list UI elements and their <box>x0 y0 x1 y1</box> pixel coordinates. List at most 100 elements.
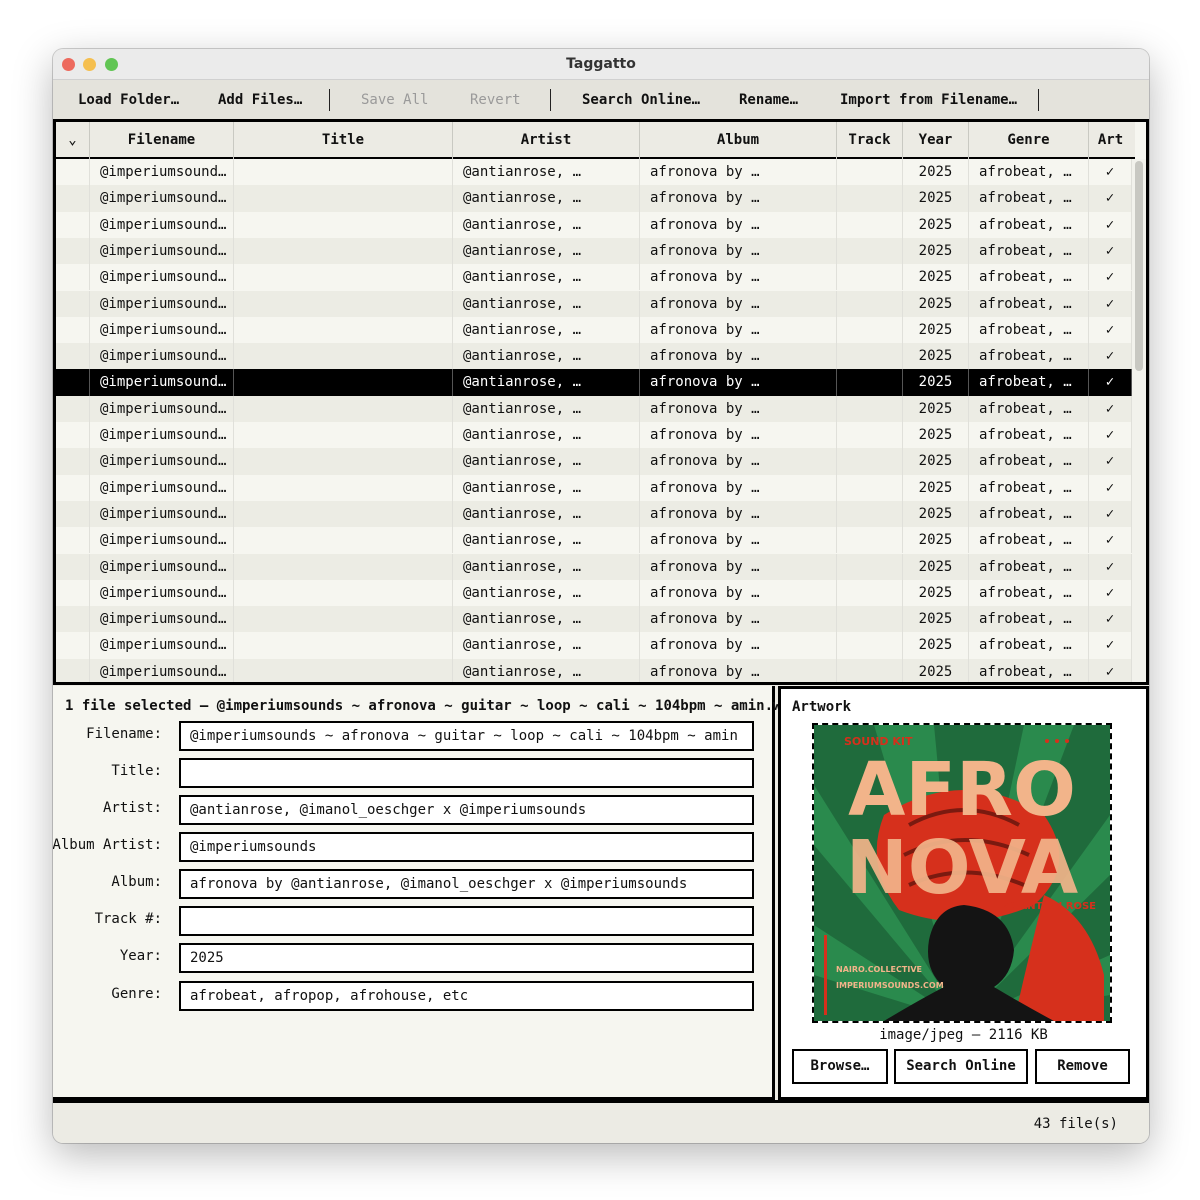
cell-filename: @imperiumsound… <box>90 395 234 422</box>
table-row[interactable]: @imperiumsound… @antianrose, … afronova by… <box>56 237 1132 265</box>
cell-filename: @imperiumsound… <box>90 474 234 501</box>
title-field[interactable] <box>179 758 754 788</box>
cell-artist: @antianrose, … <box>453 579 640 607</box>
cell-filename: @imperiumsound… <box>90 159 234 186</box>
column-header-filename[interactable]: Filename <box>90 122 234 159</box>
cell-genre: afrobeat, … <box>969 316 1089 344</box>
table-row[interactable]: @imperiumsound… @antianrose, … afronova by… <box>56 632 1132 659</box>
genre-label: Genre: <box>111 986 162 1002</box>
column-header-year[interactable]: Year <box>903 122 969 159</box>
column-header-album[interactable]: Album <box>640 122 837 159</box>
cell-year: 2025 <box>903 395 969 422</box>
remove-artwork-button[interactable]: Remove <box>1035 1049 1130 1084</box>
table-row[interactable]: @imperiumsound… @antianrose, … afronova by… <box>56 159 1132 186</box>
search-artwork-online-button[interactable]: Search Online <box>894 1049 1028 1084</box>
search-online-button[interactable]: Search Online… <box>582 80 700 120</box>
column-header-artist[interactable]: Artist <box>453 122 640 159</box>
cell-art: ✓ <box>1089 290 1132 317</box>
album-field[interactable]: afronova by @antianrose, @imanol_oeschge… <box>179 869 754 899</box>
table-row[interactable]: @imperiumsound… @antianrose, … afronova by… <box>56 553 1132 580</box>
table-row[interactable]: @imperiumsound… @antianrose, … afronova by… <box>56 211 1132 238</box>
cell-album: afronova by … <box>640 474 837 501</box>
table-row[interactable]: @imperiumsound… @antianrose, … afronova by… <box>56 422 1132 449</box>
cell-gutter <box>56 632 90 659</box>
cell-album: afronova by … <box>640 290 837 317</box>
cell-artist: @antianrose, … <box>453 553 640 580</box>
save-all-button[interactable]: Save All <box>361 80 428 120</box>
cell-track <box>837 211 903 238</box>
album-artist-field[interactable]: @imperiumsounds <box>179 832 754 862</box>
column-header-track[interactable]: Track <box>837 122 903 159</box>
genre-field[interactable]: afrobeat, afropop, afrohouse, etc <box>179 981 754 1011</box>
cell-art: ✓ <box>1089 606 1132 633</box>
cover-byline: BY. ANTIAN ROSE <box>1000 901 1097 912</box>
table-row[interactable]: @imperiumsound… @antianrose, … afronova by… <box>56 500 1132 528</box>
cell-year: 2025 <box>903 527 969 554</box>
table-row[interactable]: @imperiumsound… @antianrose, … afronova by… <box>56 606 1132 633</box>
cell-gutter <box>56 237 90 265</box>
cell-art: ✓ <box>1089 579 1132 607</box>
window-title: Taggatto <box>566 56 636 72</box>
cell-artist: @antianrose, … <box>453 606 640 633</box>
table-row[interactable]: @imperiumsound… @antianrose, … afronova by… <box>56 290 1132 317</box>
cell-title <box>234 658 453 682</box>
cell-gutter <box>56 211 90 238</box>
title-bar: Taggatto <box>53 49 1149 80</box>
track-field[interactable] <box>179 906 754 936</box>
table-row[interactable]: @imperiumsound… @antianrose, … afronova by… <box>56 579 1132 607</box>
file-table: ⌄ Filename Title Artist Album Track Year… <box>53 119 1149 685</box>
load-folder-button[interactable]: Load Folder… <box>78 80 179 120</box>
cell-art: ✓ <box>1089 474 1132 501</box>
cell-title <box>234 474 453 501</box>
table-row[interactable]: @imperiumsound… @antianrose, … afronova by… <box>56 369 1132 396</box>
rename-button[interactable]: Rename… <box>739 80 798 120</box>
cover-title-line1: AFRO <box>848 747 1076 833</box>
table-row[interactable]: @imperiumsound… @antianrose, … afronova by… <box>56 395 1132 422</box>
cell-title <box>234 395 453 422</box>
cell-gutter <box>56 527 90 554</box>
table-row[interactable]: @imperiumsound… @antianrose, … afronova by… <box>56 658 1132 682</box>
cell-year: 2025 <box>903 237 969 265</box>
album-artist-label: Album Artist: <box>53 837 162 853</box>
add-files-button[interactable]: Add Files… <box>218 80 302 120</box>
import-from-filename-button[interactable]: Import from Filename… <box>840 80 1017 120</box>
cell-genre: afrobeat, … <box>969 448 1089 475</box>
year-field[interactable]: 2025 <box>179 943 754 973</box>
cell-gutter <box>56 395 90 422</box>
table-row[interactable]: @imperiumsound… @antianrose, … afronova by… <box>56 527 1132 554</box>
cover-credit-1: NAIRO.COLLECTIVE <box>836 965 922 974</box>
cell-filename: @imperiumsound… <box>90 185 234 212</box>
table-row[interactable]: @imperiumsound… @antianrose, … afronova by… <box>56 264 1132 291</box>
column-header-title[interactable]: Title <box>234 122 453 159</box>
scrollbar-thumb[interactable] <box>1135 161 1143 371</box>
cell-album: afronova by … <box>640 632 837 659</box>
table-scrollbar[interactable] <box>1132 159 1146 682</box>
revert-button[interactable]: Revert <box>470 80 521 120</box>
cell-artist: @antianrose, … <box>453 211 640 238</box>
cell-year: 2025 <box>903 632 969 659</box>
filename-field[interactable]: @imperiumsounds ~ afronova ~ guitar ~ lo… <box>179 721 754 751</box>
cell-filename: @imperiumsound… <box>90 237 234 265</box>
table-row[interactable]: @imperiumsound… @antianrose, … afronova by… <box>56 185 1132 212</box>
artist-field[interactable]: @antianrose, @imanol_oeschger x @imperiu… <box>179 795 754 825</box>
table-row[interactable]: @imperiumsound… @antianrose, … afronova by… <box>56 474 1132 501</box>
cell-year: 2025 <box>903 264 969 291</box>
table-row[interactable]: @imperiumsound… @antianrose, … afronova by… <box>56 448 1132 475</box>
table-row[interactable]: @imperiumsound… @antianrose, … afronova by… <box>56 316 1132 344</box>
column-header-genre[interactable]: Genre <box>969 122 1089 159</box>
cell-gutter <box>56 606 90 633</box>
cell-filename: @imperiumsound… <box>90 316 234 344</box>
cell-title <box>234 606 453 633</box>
sort-chevron-icon[interactable]: ⌄ <box>56 122 90 159</box>
browse-artwork-button[interactable]: Browse… <box>792 1049 888 1084</box>
cell-filename: @imperiumsound… <box>90 658 234 682</box>
cell-gutter <box>56 553 90 580</box>
table-row[interactable]: @imperiumsound… @antianrose, … afronova by… <box>56 343 1132 370</box>
column-header-art[interactable]: Art <box>1089 122 1132 159</box>
cell-track <box>837 237 903 265</box>
table-header: ⌄ Filename Title Artist Album Track Year… <box>56 122 1135 159</box>
cell-genre: afrobeat, … <box>969 632 1089 659</box>
cell-track <box>837 290 903 317</box>
cell-track <box>837 632 903 659</box>
cell-art: ✓ <box>1089 211 1132 238</box>
